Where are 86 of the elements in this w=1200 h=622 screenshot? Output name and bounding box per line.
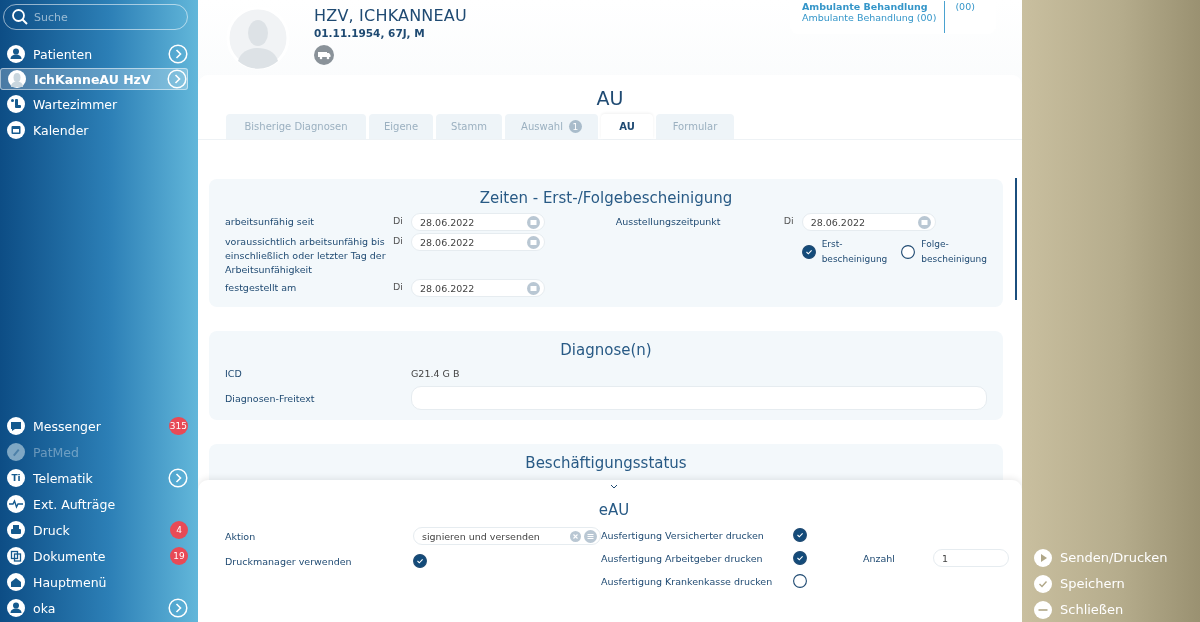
icd-code: G21.4 G B — [411, 367, 460, 379]
chevron-down-icon[interactable] — [610, 484, 618, 489]
field-label: voraussichtlich arbeitsunfähig bis einschließlich oder letzter Tag der Arbeitsunfähigkeit — [225, 235, 387, 277]
field-label: Ausfertigung Krankenkasse drucken — [601, 575, 774, 589]
telematik-icon: Ti — [7, 469, 25, 487]
field-label: Ausstellungszeitpunkt — [615, 215, 722, 229]
sidebar-item[interactable]: Wartezimmer — [0, 92, 198, 116]
sidebar-item[interactable]: Messenger 315 — [0, 414, 198, 438]
chevron-right-icon[interactable] — [168, 44, 188, 64]
radio-button[interactable] — [901, 245, 916, 259]
count-badge: 19 — [170, 547, 188, 565]
radio-button[interactable] — [801, 245, 816, 259]
patient-details: 01.11.1954, 67J, M — [314, 27, 426, 39]
home-icon — [7, 573, 25, 591]
field-label: Ausfertigung Arbeitgeber drucken — [601, 552, 764, 566]
checkbox[interactable] — [413, 554, 427, 568]
date-field[interactable]: 28.06.2022 — [411, 233, 545, 251]
field-label: Anzahl — [863, 552, 896, 566]
chat-icon — [7, 417, 25, 435]
person-icon — [7, 599, 25, 617]
play-icon — [1034, 548, 1052, 567]
date-field[interactable]: 28.06.2022 — [411, 279, 545, 297]
field-label: ICD — [225, 367, 243, 381]
clear-icon[interactable] — [570, 530, 581, 542]
weekday-label: Di — [393, 234, 404, 246]
field-label: Druckmanager verwenden — [225, 555, 353, 569]
patient-name: HZV, ICHKANNEAU — [314, 6, 467, 25]
radio-label: Folge- bescheinigung — [921, 238, 987, 266]
person-icon — [7, 45, 25, 63]
check-icon — [1034, 574, 1052, 593]
pen-icon — [7, 443, 25, 461]
weekday-label: Di — [783, 214, 795, 226]
count-badge: 1 — [568, 120, 582, 133]
pulse-icon — [7, 495, 25, 513]
count-badge: 315 — [168, 417, 188, 435]
calendar-icon[interactable] — [527, 281, 540, 295]
field-label: Aktion — [225, 530, 257, 544]
tab[interactable]: AU — [601, 114, 653, 139]
page-title: AU — [595, 87, 625, 109]
checkbox[interactable] — [793, 551, 807, 565]
section-title: Zeiten - Erst-/Folgebescheinigung — [478, 189, 734, 207]
sidebar-item[interactable]: oka — [0, 596, 198, 620]
sidebar-item[interactable]: Patienten — [0, 42, 198, 66]
field-label: festgestellt am — [225, 281, 298, 295]
field-label: Diagnosen-Freitext — [225, 392, 316, 406]
sidebar-item[interactable]: Hauptmenü — [0, 570, 198, 594]
sidebar-item[interactable]: Kalender — [0, 118, 198, 142]
weekday-label: Di — [393, 280, 404, 292]
chevron-right-icon[interactable] — [168, 598, 188, 618]
radio-label: Erst- bescheinigung — [821, 238, 888, 266]
sidebar-item[interactable]: Druck 4 — [0, 518, 198, 542]
calendar-icon[interactable] — [527, 235, 540, 249]
sidebar-item[interactable]: Ext. Aufträge — [0, 492, 198, 516]
calendar-icon[interactable] — [527, 215, 540, 229]
treatment-subtitle: Ambulante Behandlung (00) — [802, 12, 937, 23]
field-label: Ausfertigung Versicherter drucken — [601, 529, 765, 543]
checkbox[interactable] — [793, 528, 807, 542]
checkbox[interactable] — [793, 574, 807, 588]
count-field[interactable]: 1 — [933, 549, 1009, 567]
sidebar-item[interactable]: Ti Telematik — [0, 466, 198, 490]
search-icon — [11, 8, 29, 26]
calendar-icon[interactable] — [917, 215, 931, 229]
section-title: eAU — [598, 501, 630, 519]
section-title: Diagnose(n) — [559, 341, 653, 359]
freetext-field[interactable] — [411, 386, 987, 410]
person-icon — [8, 70, 26, 88]
weekday-label: Di — [393, 214, 404, 226]
treatment-title[interactable]: Ambulante Behandlung — [802, 1, 937, 12]
sidebar-item[interactable]: IchKanneAU HzV — [0, 68, 188, 90]
calendar-icon — [7, 121, 25, 139]
minus-icon — [1034, 600, 1052, 619]
date-field[interactable]: 28.06.2022 — [801, 213, 936, 231]
count-badge: 4 — [170, 521, 188, 539]
search-field[interactable]: Suche — [3, 4, 188, 30]
field-label: arbeitsunfähig seit — [225, 215, 315, 229]
ambulance-icon — [314, 45, 334, 65]
chevron-right-icon[interactable] — [167, 69, 187, 89]
chevron-right-icon[interactable] — [168, 468, 188, 488]
scrollbar[interactable] — [1015, 178, 1017, 300]
sidebar-item[interactable]: Dokumente 19 — [0, 544, 198, 568]
section-title: Beschäftigungsstatus — [524, 454, 688, 472]
list-icon[interactable] — [584, 529, 597, 543]
printer-icon — [7, 521, 25, 539]
documents-icon — [7, 547, 25, 565]
date-field[interactable]: 28.06.2022 — [411, 213, 545, 231]
treatment-count: (00) — [955, 1, 975, 14]
